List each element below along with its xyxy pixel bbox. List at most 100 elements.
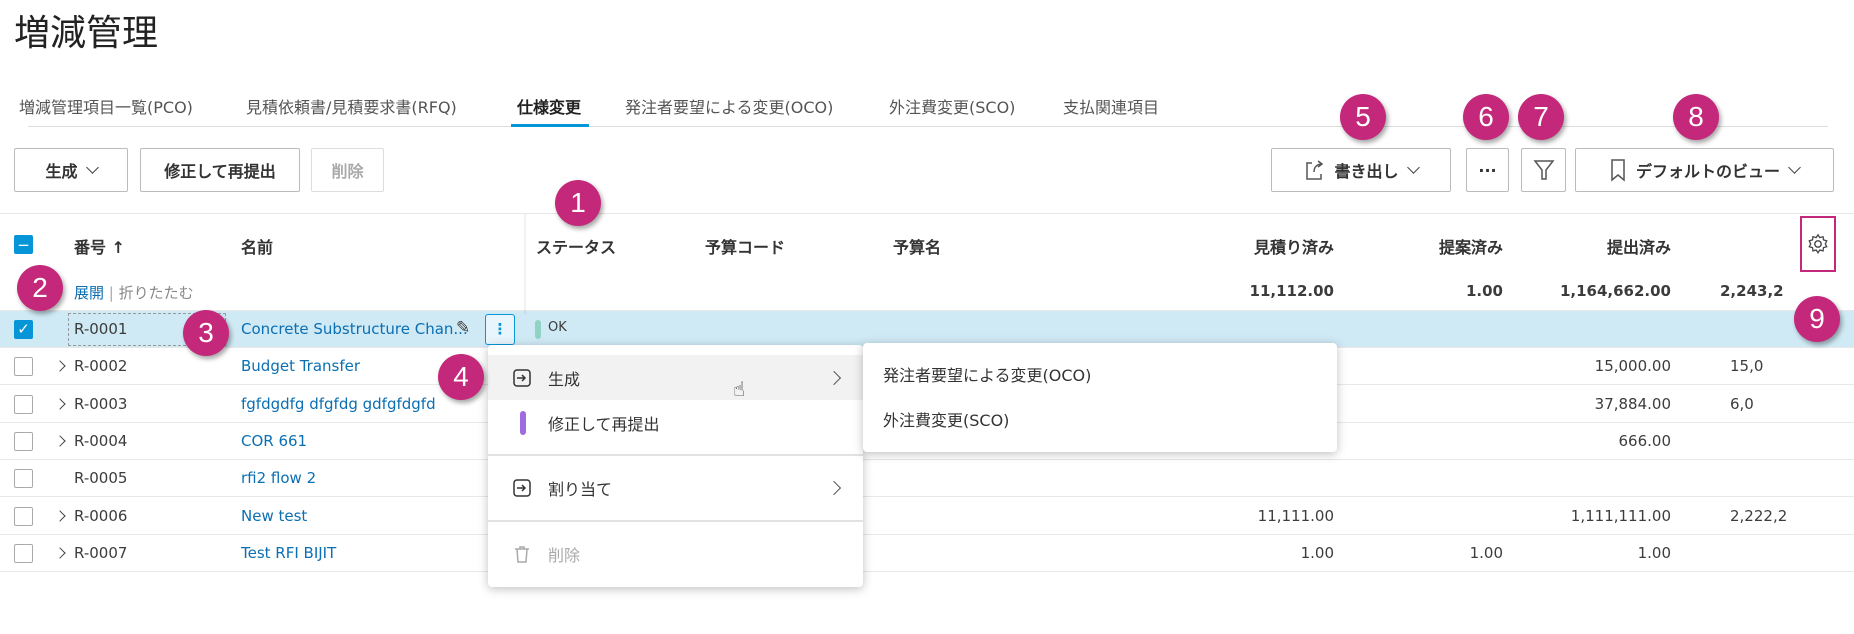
column-settings-button[interactable] [1800,216,1836,272]
expand-link[interactable]: 展開 [74,284,104,302]
menu-divider [488,520,863,522]
chevron-right-icon [826,370,842,385]
menu-label: 割り当て [548,479,613,499]
column-status[interactable]: ステータス [536,234,616,258]
column-budget-code[interactable]: 予算コード [705,234,785,258]
active-tab-indicator [511,124,589,127]
hand-cursor-icon: ☝ [733,377,746,401]
menu-label: 修正して再提出 [548,414,660,434]
submenu-item-sco[interactable]: 外注費変更(SCO) [863,396,1337,441]
export-button[interactable]: 書き出し [1271,148,1451,192]
row-name-link[interactable]: Budget Transfer [241,357,360,375]
enter-icon [513,478,531,497]
callout-badge: 2 [17,265,63,311]
menu-item-delete[interactable]: 削除 [488,531,863,576]
callout-badge: 3 [183,310,229,356]
expand-row-icon[interactable] [54,397,66,410]
row-checkbox[interactable] [14,469,33,489]
sort-ascending-icon: ↑ [111,238,125,257]
tab-pco[interactable]: 増減管理項目一覧(PCO) [19,94,193,118]
row-submitted: 15,000.00 [1594,357,1671,376]
column-number[interactable]: 番号 ↑ [74,234,125,258]
expand-row-icon[interactable] [54,435,66,447]
column-budget-name[interactable]: 予算名 [893,234,941,258]
more-options-button[interactable]: ··· [1466,148,1509,192]
menu-item-resubmit[interactable]: 修正して再提出 [488,400,863,445]
row-more-menu-button[interactable]: ⋮ [485,314,515,345]
row-extra: 15,0 [1730,357,1764,376]
select-all-checkbox[interactable]: − [14,235,33,254]
expand-row-icon[interactable] [54,547,66,559]
chevron-down-icon [1788,161,1801,174]
summary-submitted: 1,164,662.00 [1559,282,1671,300]
row-submitted: 1,111,111.00 [1570,506,1671,525]
row-checkbox[interactable] [14,543,33,563]
column-submitted[interactable]: 提出済み [1471,234,1671,258]
row-checkbox[interactable] [14,394,33,414]
row-estimated: 11,111.00 [1257,506,1334,525]
menu-label: 削除 [548,545,581,565]
create-submenu: 発注者要望による変更(OCO) 外注費変更(SCO) [863,343,1337,452]
callout-badge: 9 [1794,296,1840,342]
row-number: R-0007 [74,543,128,562]
collapse-link[interactable]: 折りたたむ [119,284,194,302]
row-checkbox[interactable] [14,357,33,377]
table-row[interactable]: R-0006 New test 11,111.00 1,111,111.00 2,222… [0,498,1854,535]
tab-rfq[interactable]: 見積依頼書/見積要求書(RFQ) [246,94,457,118]
row-checkbox[interactable] [14,431,33,451]
row-name-link[interactable]: COR 661 [241,432,307,450]
chevron-down-icon [85,161,99,174]
row-name-link[interactable]: Concrete Substructure Chan... [241,320,468,338]
row-extra: 2,222,2 [1730,506,1788,525]
filter-icon [1532,160,1555,180]
callout-badge: 7 [1518,94,1564,140]
summary-row: 展開 | 折りたたむ 11,112.00 1.00 1,164,662.00 2… [0,272,1854,311]
row-name-link[interactable]: Test RFI BIJIT [241,544,336,562]
row-number: R-0004 [74,431,128,450]
callout-badge: 4 [438,354,484,400]
expand-collapse-controls: 展開 | 折りたたむ [74,284,194,302]
row-name-link[interactable]: rfi2 flow 2 [241,469,316,487]
create-label: 生成 [45,162,78,181]
expand-row-icon[interactable] [54,360,66,372]
row-checkbox[interactable]: ✓ [14,320,33,339]
row-number: R-0003 [74,394,128,413]
default-view-button[interactable]: デフォルトのビュー [1575,148,1834,192]
row-submitted: 1.00 [1637,543,1671,562]
menu-divider [488,454,863,456]
submenu-item-oco[interactable]: 発注者要望による変更(OCO) [863,351,1337,396]
filter-button[interactable] [1521,148,1566,192]
tab-spec-change[interactable]: 仕様変更 [517,94,581,118]
resubmit-label: 修正して再提出 [164,162,276,181]
status-ok-indicator [535,320,541,339]
delete-button[interactable]: 削除 [311,148,384,192]
tab-payment[interactable]: 支払関連項目 [1063,94,1159,118]
resubmit-button[interactable]: 修正して再提出 [140,148,300,192]
edit-pencil-icon[interactable]: ✎ [456,318,470,338]
menu-item-create[interactable]: 生成 ☝ [488,355,863,401]
summary-extra: 2,243,2 [1720,282,1784,300]
row-name-link[interactable]: New test [241,507,307,525]
create-button[interactable]: 生成 [14,148,128,192]
chevron-down-icon [1406,161,1420,174]
callout-badge: 1 [555,180,601,226]
tab-sco[interactable]: 外注費変更(SCO) [889,94,1015,118]
callout-badge: 8 [1673,94,1719,140]
row-number: R-0002 [74,357,128,376]
column-name[interactable]: 名前 [241,234,273,258]
row-status: OK [548,320,567,335]
row-number: R-0001 [74,320,128,338]
table-row[interactable]: R-0005 rfi2 flow 2 [0,460,1854,498]
tab-oco[interactable]: 発注者要望による変更(OCO) [625,94,833,118]
table-row[interactable]: R-0007 Test RFI BIJIT 1.00 1.00 1.00 [0,535,1854,572]
row-name-link[interactable]: fgfdgdfg dfgfdg gdfgfdgfd [241,395,436,413]
menu-item-assign[interactable]: 割り当て [488,465,863,510]
row-checkbox[interactable] [14,506,33,526]
status-color-icon [520,410,526,435]
gear-icon [1808,233,1828,254]
export-icon [1306,160,1324,180]
delete-label: 削除 [331,162,364,181]
export-label: 書き出し [1334,162,1399,181]
expand-row-icon[interactable] [54,509,66,522]
row-number: R-0006 [74,506,128,525]
